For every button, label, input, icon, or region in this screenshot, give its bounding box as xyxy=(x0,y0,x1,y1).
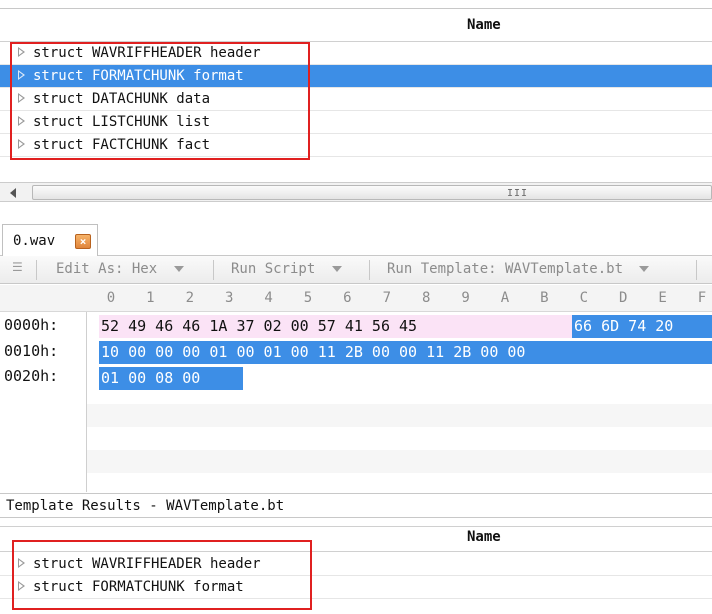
hex-column-number: E xyxy=(658,290,667,306)
tree-item-label: struct FACTCHUNK fact xyxy=(33,137,211,153)
hex-column-number: 4 xyxy=(264,290,273,306)
tree-item-list[interactable]: struct LISTCHUNK list xyxy=(0,111,712,134)
hex-bytes-header[interactable]: 52 49 46 46 1A 37 02 00 57 41 56 45 xyxy=(99,315,572,338)
hex-bytes-selected[interactable]: 01 00 08 00 xyxy=(99,367,243,390)
hex-column-number: 2 xyxy=(185,290,195,306)
row-address: 0000h: xyxy=(4,316,59,334)
scrollbar-thumb[interactable]: III xyxy=(32,185,712,200)
expand-triangle-icon[interactable] xyxy=(18,581,25,591)
tree-item-label: struct FORMATCHUNK format xyxy=(33,579,244,595)
run-script-dropdown[interactable]: Run Script xyxy=(231,261,342,277)
tree-item-format-selected[interactable]: struct FORMATCHUNK format xyxy=(0,65,712,88)
tree-bottom-column-header[interactable]: Name xyxy=(467,529,501,545)
hex-column-number: 6 xyxy=(343,290,352,306)
tree-item-header[interactable]: struct WAVRIFFHEADER header xyxy=(0,553,712,576)
scrollbar-grip: III xyxy=(507,188,529,199)
toolbar-separator xyxy=(213,260,214,280)
tree-item-label: struct DATACHUNK data xyxy=(33,91,211,107)
toolbar-separator xyxy=(696,260,697,280)
tree-bottom-header-divider xyxy=(0,551,712,552)
expand-triangle-icon[interactable] xyxy=(18,70,25,80)
template-results-titlebar: Template Results - WAVTemplate.bt xyxy=(0,493,712,518)
hex-column-number: 9 xyxy=(461,290,470,306)
chevron-down-icon xyxy=(173,266,184,272)
hex-column-number: 1 xyxy=(146,290,155,306)
hex-toolbar: ☰ Edit As: Hex Run Script Run Template: … xyxy=(0,256,712,284)
hex-bytes-selected[interactable]: 66 6D 74 20 xyxy=(572,315,712,338)
tree-item-fact[interactable]: struct FACTCHUNK fact xyxy=(0,134,712,157)
hex-column-number: 0 xyxy=(106,290,116,306)
bottom-template-results: Name struct WAVRIFFHEADER header struct … xyxy=(0,518,712,614)
row-stripe xyxy=(87,427,712,450)
template-results-title: Template Results - WAVTemplate.bt xyxy=(6,498,285,514)
tree-item-header[interactable]: struct WAVRIFFHEADER header xyxy=(0,42,712,65)
tree-item-label: struct WAVRIFFHEADER header xyxy=(33,556,261,572)
horizontal-scrollbar[interactable]: III xyxy=(0,182,712,202)
hex-column-number: D xyxy=(618,290,628,306)
run-script-label: Run Script xyxy=(231,261,316,277)
expand-triangle-icon[interactable] xyxy=(18,558,25,568)
chevron-down-icon xyxy=(331,266,342,272)
row-address: 0010h: xyxy=(4,342,59,360)
tree-item-label: struct WAVRIFFHEADER header xyxy=(33,45,261,61)
address-gutter-divider xyxy=(86,312,87,492)
hex-column-number: C xyxy=(579,290,589,306)
scroll-left-arrow-icon[interactable] xyxy=(10,188,16,198)
tree-top-column-header[interactable]: Name xyxy=(467,17,501,33)
expand-triangle-icon[interactable] xyxy=(18,116,25,126)
hex-column-number: 7 xyxy=(382,290,392,306)
hex-column-number: 8 xyxy=(421,290,431,306)
hex-column-number: 3 xyxy=(224,290,234,306)
row-address: 0020h: xyxy=(4,367,59,385)
tab-0-wav[interactable]: 0.wav × xyxy=(2,224,98,257)
tree-item-label: struct LISTCHUNK list xyxy=(33,114,211,130)
close-icon[interactable]: × xyxy=(75,234,91,249)
hex-column-number: B xyxy=(540,290,549,306)
toolbar-separator xyxy=(36,260,37,280)
hex-column-number: 5 xyxy=(303,290,313,306)
tree-item-format[interactable]: struct FORMATCHUNK format xyxy=(0,576,712,599)
toolbar-separator xyxy=(369,260,370,280)
run-template-dropdown[interactable]: Run Template: WAVTemplate.bt xyxy=(387,261,650,277)
row-stripe xyxy=(87,450,712,473)
top-panel-border xyxy=(0,8,712,9)
file-tab-bar: 0.wav × xyxy=(0,218,712,257)
hex-column-header: 0 1 2 3 4 5 6 7 8 9 A B C D E F xyxy=(0,285,712,312)
chevron-down-icon xyxy=(639,266,650,272)
expand-triangle-icon[interactable] xyxy=(18,139,25,149)
toolbar-menu-icon[interactable]: ☰ xyxy=(12,260,23,274)
expand-triangle-icon[interactable] xyxy=(18,47,25,57)
row-stripe xyxy=(87,404,712,427)
run-template-label: Run Template: WAVTemplate.bt xyxy=(387,261,624,277)
tree-item-data[interactable]: struct DATACHUNK data xyxy=(0,88,712,111)
tree-bottom-border xyxy=(0,526,712,527)
hex-column-number: A xyxy=(500,290,510,306)
hex-editor-area[interactable]: 0000h: 52 49 46 46 1A 37 02 00 57 41 56 … xyxy=(0,312,712,496)
expand-triangle-icon[interactable] xyxy=(18,93,25,103)
hex-column-number: F xyxy=(697,290,707,306)
hex-bytes-selected[interactable]: 10 00 00 00 01 00 01 00 11 2B 00 00 11 2… xyxy=(99,341,712,364)
tree-item-label: struct FORMATCHUNK format xyxy=(33,68,244,84)
edit-as-label: Edit As: Hex xyxy=(56,261,158,277)
tab-label: 0.wav xyxy=(13,233,56,249)
edit-as-dropdown[interactable]: Edit As: Hex xyxy=(56,261,184,277)
